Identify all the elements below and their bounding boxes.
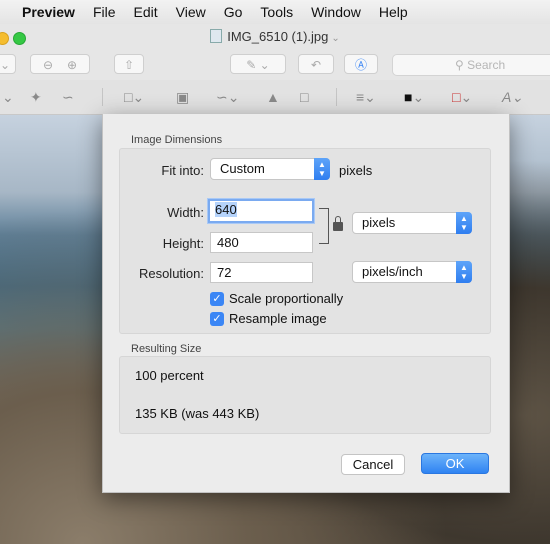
pen-icon: ✎ ⌄: [246, 58, 270, 72]
popup-stepper-icon: ▲ ▼: [456, 261, 472, 283]
scale-proportionally-label[interactable]: Scale proportionally: [229, 291, 343, 306]
result-file-size: 135 KB (was 443 KB): [135, 406, 260, 421]
fit-into-label: Fit into:: [161, 163, 204, 178]
zoom-out-icon[interactable]: ⊖: [43, 58, 53, 72]
text-icon[interactable]: ▣: [176, 89, 189, 106]
resample-image-label[interactable]: Resample image: [229, 311, 327, 326]
markup-toolbar: ⌄ ✦ ∽ □⌄ ▣ ∽⌄ ▲ □ ≡⌄ ■⌄ □⌄ A⌄: [0, 80, 550, 115]
resample-image-checkbox[interactable]: ✓: [210, 312, 224, 326]
resolution-label: Resolution:: [138, 266, 204, 281]
size-unit-popup[interactable]: pixels ▲ ▼: [352, 212, 472, 234]
markup-toolbar-button[interactable]: Ⓐ: [344, 54, 378, 74]
menu-bar: Preview File Edit View Go Tools Window H…: [0, 0, 550, 25]
fill-color-icon[interactable]: □⌄: [452, 89, 472, 106]
width-label: Width:: [167, 205, 204, 220]
height-value: 480: [217, 235, 239, 250]
markup-pen-button[interactable]: ✎ ⌄: [230, 54, 286, 74]
border-color-icon[interactable]: ■⌄: [404, 89, 424, 106]
menu-window[interactable]: Window: [302, 4, 370, 20]
shape-style-icon[interactable]: ≡⌄: [356, 89, 376, 106]
fit-into-unit: pixels: [339, 163, 373, 178]
menu-help[interactable]: Help: [370, 4, 417, 20]
share-button[interactable]: ⇧: [114, 54, 144, 74]
menu-go[interactable]: Go: [215, 4, 252, 20]
menu-tools[interactable]: Tools: [251, 4, 302, 20]
title-bar: IMG_6510 (1).jpg ⌄: [0, 24, 550, 50]
fit-into-popup[interactable]: Custom ▲ ▼: [210, 158, 330, 180]
shapes-icon[interactable]: □⌄: [124, 89, 144, 106]
chevron-down-icon: ⌄: [331, 33, 340, 44]
zoom-in-icon[interactable]: ⊕: [67, 58, 77, 72]
scale-proportionally-checkbox[interactable]: ✓: [210, 292, 224, 306]
resolution-value: 72: [217, 265, 232, 280]
menu-view[interactable]: View: [167, 4, 215, 20]
menu-app-preview[interactable]: Preview: [0, 4, 84, 20]
fit-into-value: Custom: [220, 161, 265, 176]
menu-edit[interactable]: Edit: [125, 4, 167, 20]
separator: [102, 88, 103, 106]
height-field[interactable]: 480: [210, 232, 313, 253]
proportion-bracket: [319, 208, 329, 244]
sketch-icon[interactable]: ∽: [62, 89, 74, 106]
sign-icon[interactable]: ∽⌄: [216, 89, 239, 106]
width-field[interactable]: 640: [208, 199, 314, 223]
toolbar: ⌄ ⊖ ⊕ ⇧ ✎ ⌄ ↶ Ⓐ ⚲ Search: [0, 50, 550, 80]
markup-icon: Ⓐ: [354, 58, 367, 72]
separator: [336, 88, 337, 106]
popup-stepper-icon: ▲ ▼: [314, 158, 330, 180]
search-placeholder: Search: [467, 58, 506, 72]
result-percent: 100 percent: [135, 368, 204, 383]
share-icon: ⇧: [123, 58, 135, 72]
menu-file[interactable]: File: [84, 4, 125, 20]
ok-button[interactable]: OK: [421, 453, 489, 474]
width-value: 640: [215, 202, 237, 217]
zoom-controls: ⊖ ⊕: [30, 54, 90, 74]
cancel-button[interactable]: Cancel: [341, 454, 405, 475]
instant-alpha-icon[interactable]: ✦: [30, 89, 42, 106]
resolution-unit-value: pixels/inch: [362, 264, 423, 279]
lock-icon[interactable]: [333, 216, 343, 231]
chevron-down-icon[interactable]: ⌄: [2, 89, 14, 106]
size-unit-value: pixels: [362, 215, 396, 230]
popup-stepper-icon: ▲ ▼: [456, 212, 472, 234]
document-title[interactable]: IMG_6510 (1).jpg ⌄: [0, 29, 550, 44]
document-title-text: IMG_6510 (1).jpg: [227, 29, 329, 44]
resulting-size-title: Resulting Size: [131, 343, 202, 355]
adjust-size-icon[interactable]: □: [300, 89, 308, 105]
search-icon: ⚲: [455, 58, 464, 72]
sidebar-toggle-button[interactable]: ⌄: [0, 54, 16, 74]
adjust-color-icon[interactable]: ▲: [266, 89, 280, 105]
text-style-icon[interactable]: A⌄: [502, 89, 523, 106]
height-label: Height:: [162, 236, 204, 251]
resolution-unit-popup[interactable]: pixels/inch ▲ ▼: [352, 261, 472, 283]
rotate-icon: ↶: [310, 58, 322, 72]
search-input[interactable]: ⚲ Search: [392, 54, 550, 76]
adjust-size-dialog: Image Dimensions Fit into: Custom ▲ ▼ pix…: [102, 114, 510, 493]
image-dimensions-title: Image Dimensions: [131, 134, 223, 146]
rotate-button[interactable]: ↶: [298, 54, 334, 74]
document-icon: [210, 29, 223, 43]
resolution-field[interactable]: 72: [210, 262, 313, 283]
